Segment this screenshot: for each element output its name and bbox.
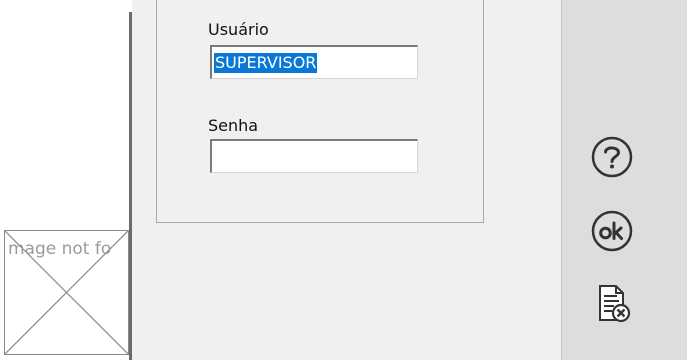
login-groupbox: [156, 0, 484, 223]
password-field[interactable]: [210, 139, 418, 173]
password-label: Senha: [208, 116, 259, 135]
cancel-button[interactable]: [590, 282, 634, 326]
question-circle-icon: [591, 136, 633, 178]
document-cancel-icon: [599, 285, 631, 323]
password-input[interactable]: [212, 141, 412, 171]
user-label: Usuário: [208, 20, 269, 39]
ok-button[interactable]: [590, 209, 634, 253]
broken-image-alt-text: mage not fo: [8, 239, 112, 259]
user-field[interactable]: SUPERVISOR: [210, 45, 418, 79]
action-panel: [561, 0, 687, 360]
ok-circle-icon: [591, 210, 633, 252]
help-button[interactable]: [590, 135, 634, 179]
login-dialog: Usuário SUPERVISOR Senha: [132, 0, 561, 360]
user-field-value: SUPERVISOR: [214, 53, 318, 73]
